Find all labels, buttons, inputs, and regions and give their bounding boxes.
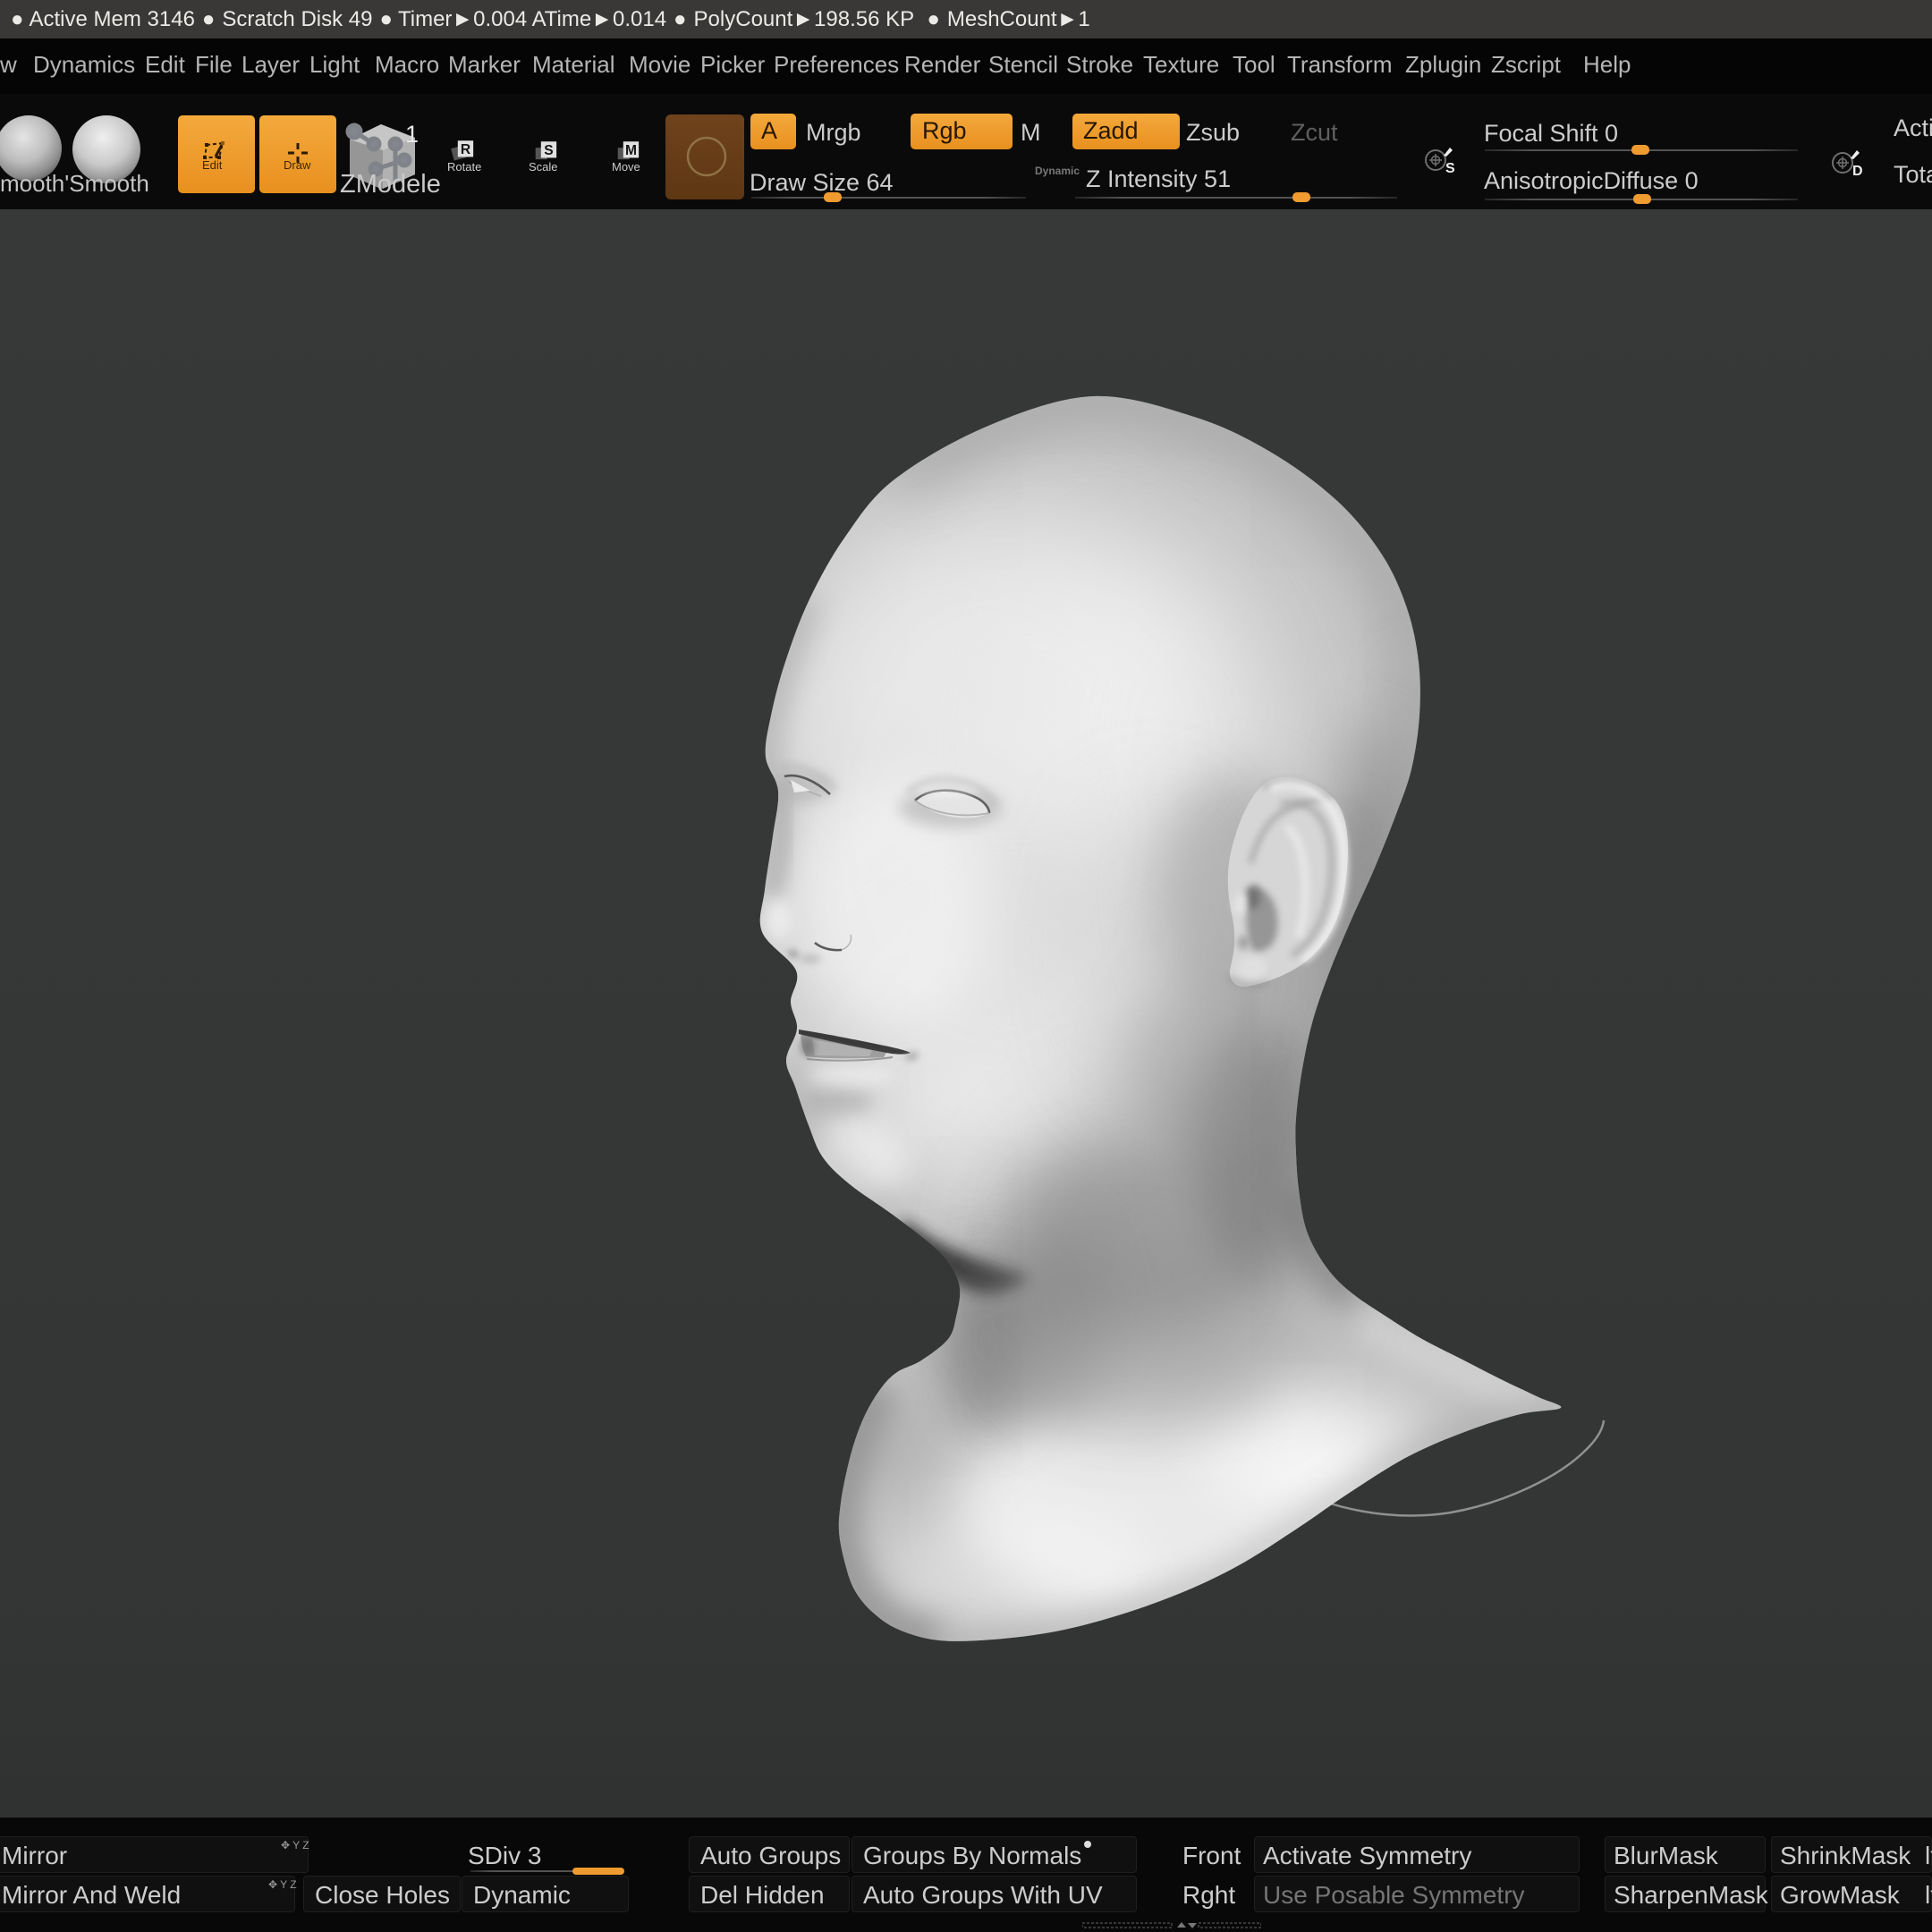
svg-text:D: D <box>1852 164 1863 179</box>
svg-text:S: S <box>1445 161 1455 176</box>
svg-text:S: S <box>544 143 553 158</box>
svg-text:M: M <box>625 143 637 158</box>
svg-text:R: R <box>461 142 470 157</box>
